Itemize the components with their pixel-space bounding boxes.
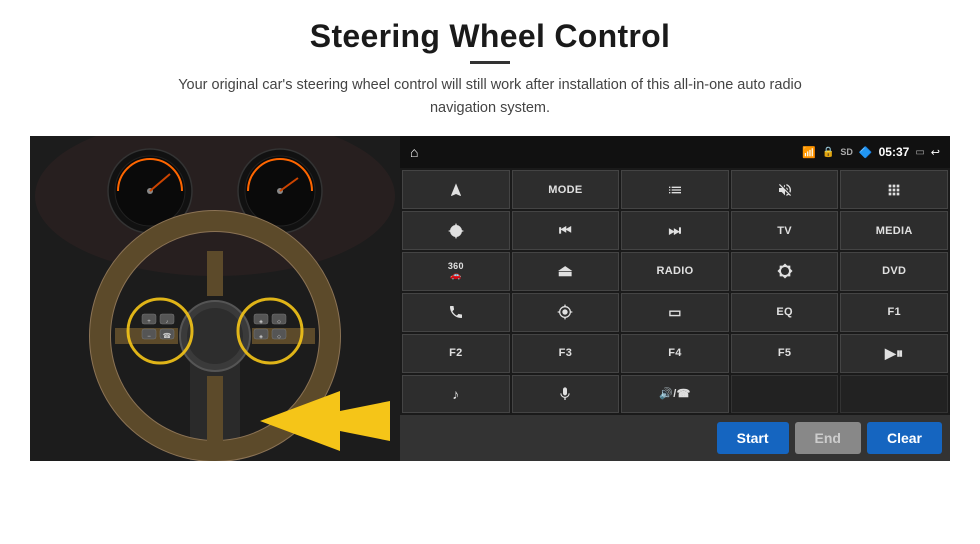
f1-button[interactable]: F1 [840, 293, 948, 332]
apps-button[interactable] [840, 170, 948, 209]
empty-btn-1 [731, 375, 839, 414]
mode-button[interactable]: MODE [512, 170, 620, 209]
phone-icon [448, 304, 464, 320]
dvd-button[interactable]: DVD [840, 252, 948, 291]
apps-icon [886, 182, 902, 198]
gps-icon [557, 304, 573, 320]
control-panel: ⌂ 📶 🔒 SD 🔷 05:37 ▭ ↩ [400, 136, 950, 461]
eject-button[interactable]: ⏏ [512, 252, 620, 291]
bluetooth-icon: 🔷 [859, 146, 873, 159]
screen-mirror-button[interactable]: ▭ [621, 293, 729, 332]
360cam-button[interactable]: 360🚗 [402, 252, 510, 291]
svg-text:+: + [147, 319, 151, 325]
time-display: 05:37 [879, 145, 910, 159]
status-bar: ⌂ 📶 🔒 SD 🔷 05:37 ▭ ↩ [400, 136, 950, 168]
screen-mirror-icon: ▭ [668, 304, 682, 321]
settings-button[interactable] [402, 211, 510, 250]
settings-icon [448, 223, 464, 239]
media-button[interactable]: MEDIA [840, 211, 948, 250]
prev-button[interactable]: ⏮ [512, 211, 620, 250]
status-bar-left: ⌂ [410, 144, 418, 160]
end-button[interactable]: End [795, 422, 861, 454]
button-grid: MODE ⏮ ⏭ [400, 168, 950, 415]
svg-text:◈: ◈ [259, 334, 263, 340]
back-icon[interactable]: ↩ [931, 146, 940, 159]
brightness-icon [777, 263, 793, 279]
clear-button[interactable]: Clear [867, 422, 942, 454]
wifi-icon: 📶 [802, 146, 816, 159]
tv-button[interactable]: TV [731, 211, 839, 250]
content-row: + ♪ − ☎ ◈ ◇ ◈ ◇ [30, 136, 950, 461]
svg-text:☎: ☎ [163, 332, 172, 340]
radio-button[interactable]: RADIO [621, 252, 729, 291]
svg-text:◇: ◇ [277, 334, 281, 340]
steering-wheel-image: + ♪ − ☎ ◈ ◇ ◈ ◇ [30, 136, 400, 461]
vol-call-button[interactable]: 🔊/☎ [621, 375, 729, 414]
screen-icon: ▭ [915, 147, 924, 158]
list-icon [667, 182, 683, 198]
nav-button[interactable] [402, 170, 510, 209]
nav-icon [448, 182, 464, 198]
home-icon[interactable]: ⌂ [410, 144, 418, 160]
start-button[interactable]: Start [717, 422, 789, 454]
mic-icon [557, 386, 573, 402]
playpause-button[interactable]: ▶⏸ [840, 334, 948, 373]
mic-button[interactable] [512, 375, 620, 414]
mute-icon [777, 182, 793, 198]
svg-text:◈: ◈ [259, 319, 263, 325]
360cam-icon: 360🚗 [448, 262, 464, 280]
phone-button[interactable] [402, 293, 510, 332]
f3-button[interactable]: F3 [512, 334, 620, 373]
next-icon: ⏭ [669, 222, 682, 239]
subtitle-text: Your original car's steering wheel contr… [150, 74, 830, 120]
status-bar-right: 📶 🔒 SD 🔷 05:37 ▭ ↩ [802, 145, 940, 159]
f5-button[interactable]: F5 [731, 334, 839, 373]
page-title: Steering Wheel Control [310, 18, 670, 55]
music-button[interactable]: ♪ [402, 375, 510, 414]
eject-icon: ⏏ [558, 261, 573, 281]
f4-button[interactable]: F4 [621, 334, 729, 373]
action-bar: Start End Clear [400, 415, 950, 461]
title-divider [470, 61, 510, 64]
gps-button[interactable] [512, 293, 620, 332]
vol-call-icon: 🔊/☎ [659, 387, 690, 400]
svg-text:◇: ◇ [277, 319, 281, 325]
f2-button[interactable]: F2 [402, 334, 510, 373]
lock-icon: 🔒 [822, 147, 834, 158]
playpause-icon: ▶⏸ [885, 345, 903, 362]
music-icon: ♪ [452, 386, 459, 402]
mute-button[interactable] [731, 170, 839, 209]
empty-btn-2 [840, 375, 948, 414]
svg-text:−: − [147, 334, 151, 340]
brightness-button[interactable] [731, 252, 839, 291]
next-button[interactable]: ⏭ [621, 211, 729, 250]
list-button[interactable] [621, 170, 729, 209]
prev-icon: ⏮ [559, 222, 572, 239]
sd-icon: SD [840, 147, 853, 157]
eq-button[interactable]: EQ [731, 293, 839, 332]
page-wrapper: Steering Wheel Control Your original car… [0, 0, 980, 544]
